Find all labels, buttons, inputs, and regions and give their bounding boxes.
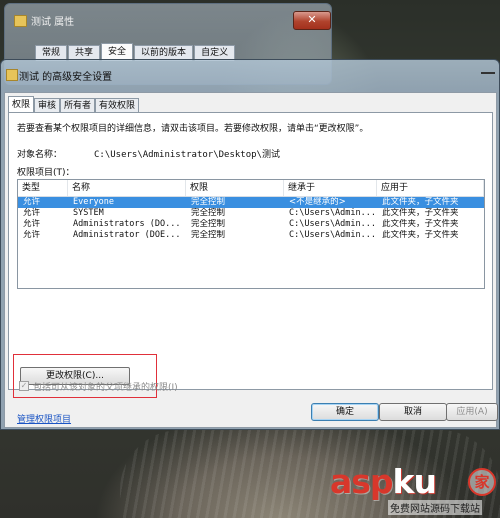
inherit-permissions-checkbox[interactable]: ✓ <box>19 381 29 391</box>
column-header-type[interactable]: 类型 <box>18 180 68 196</box>
dialog-body: 权限 审核 所有者 有效权限 若要查看某个权限项目的详细信息，请双击该项目。若要… <box>4 92 497 428</box>
row-name: Everyone <box>73 197 114 207</box>
folder-icon <box>14 15 27 27</box>
tab-owner[interactable]: 所有者 <box>60 98 96 113</box>
list-header: 类型 名称 权限 继承于 应用于 <box>18 180 484 197</box>
row-permission: 完全控制 <box>191 197 226 207</box>
row-type: 允许 <box>23 197 41 207</box>
row-applies-to: 此文件夹，子文件夹 <box>382 230 459 240</box>
minimize-icon[interactable] <box>481 64 495 74</box>
watermark-logo: aspku <box>330 462 437 501</box>
watermark-subtitle: 免费网站源码下载站 <box>388 500 482 515</box>
column-header-inherited-from[interactable]: 继承于 <box>284 180 377 196</box>
properties-close-button[interactable]: ✕ <box>293 11 331 30</box>
row-inherited-from: C:\Users\Admin... <box>289 230 376 240</box>
folder-icon <box>6 69 18 81</box>
row-type: 允许 <box>23 230 41 240</box>
row-name: Administrators (DO... <box>73 219 181 229</box>
watermark-seal: 家 <box>468 468 496 496</box>
row-type: 允许 <box>23 208 41 218</box>
column-header-applies-to[interactable]: 应用于 <box>377 180 484 196</box>
row-permission: 完全控制 <box>191 208 226 218</box>
tab-effective-permissions[interactable]: 有效权限 <box>95 98 140 113</box>
watermark-brand-ku: ku <box>392 462 437 501</box>
tab-permissions[interactable]: 权限 <box>8 96 35 113</box>
row-applies-to: 此文件夹，子文件夹 <box>382 197 459 207</box>
tab-auditing[interactable]: 审核 <box>34 98 61 113</box>
table-row[interactable]: 允许 Administrators (DO... 完全控制 C:\Users\A… <box>18 219 484 230</box>
inherit-permissions-label: 包括可从该对象的父项继承的权限(I) <box>33 382 178 393</box>
row-permission: 完全控制 <box>191 219 226 229</box>
permission-entries-list[interactable]: 类型 名称 权限 继承于 应用于 允许 Everyone 完全控制 <不是继承的… <box>17 179 485 289</box>
row-permission: 完全控制 <box>191 230 226 240</box>
row-name: SYSTEM <box>73 208 104 218</box>
apply-button[interactable]: 应用(A) <box>446 403 498 421</box>
table-row[interactable]: 允许 SYSTEM 完全控制 C:\Users\Admin... 此文件夹，子文… <box>18 208 484 219</box>
inherit-permissions-option: ✓ 包括可从该对象的父项继承的权限(I) <box>19 380 178 393</box>
ok-button[interactable]: 确定 <box>311 403 379 421</box>
dialog-tabs: 权限 审核 所有者 有效权限 <box>8 96 140 113</box>
table-row[interactable]: 允许 Everyone 完全控制 <不是继承的> 此文件夹，子文件夹 <box>18 197 484 208</box>
row-inherited-from: C:\Users\Admin... <box>289 208 376 218</box>
column-header-permission[interactable]: 权限 <box>186 180 284 196</box>
row-inherited-from: <不是继承的> <box>289 197 346 207</box>
cancel-button[interactable]: 取消 <box>379 403 447 421</box>
row-name: Administrator (DOE... <box>73 230 181 240</box>
object-name-label: 对象名称： <box>17 150 63 160</box>
watermark-brand-asp: asp <box>330 462 394 501</box>
row-inherited-from: C:\Users\Admin... <box>289 219 376 229</box>
row-applies-to: 此文件夹，子文件夹 <box>382 219 459 229</box>
object-name-value: C:\Users\Administrator\Desktop\测试 <box>94 150 280 160</box>
dialog-button-bar: 确定 取消 应用(A) <box>0 403 500 428</box>
properties-window-title: 测试 属性 <box>31 17 75 28</box>
instruction-text: 若要查看某个权限项目的详细信息，请双击该项目。若要修改权限，请单击“更改权限”。 <box>17 124 369 134</box>
permissions-panel: 若要查看某个权限项目的详细信息，请双击该项目。若要修改权限，请单击“更改权限”。… <box>8 112 493 398</box>
advanced-security-dialog: 测试 的高级安全设置 权限 审核 所有者 有效权限 若要查看某个权限项目的详细信… <box>0 59 500 430</box>
table-row[interactable]: 允许 Administrator (DOE... 完全控制 C:\Users\A… <box>18 230 484 241</box>
row-type: 允许 <box>23 219 41 229</box>
dialog-title: 测试 的高级安全设置 <box>19 72 113 83</box>
row-applies-to: 此文件夹，子文件夹 <box>382 208 459 218</box>
column-header-name[interactable]: 名称 <box>68 180 186 196</box>
permission-entries-label: 权限项目(T)： <box>17 168 75 178</box>
